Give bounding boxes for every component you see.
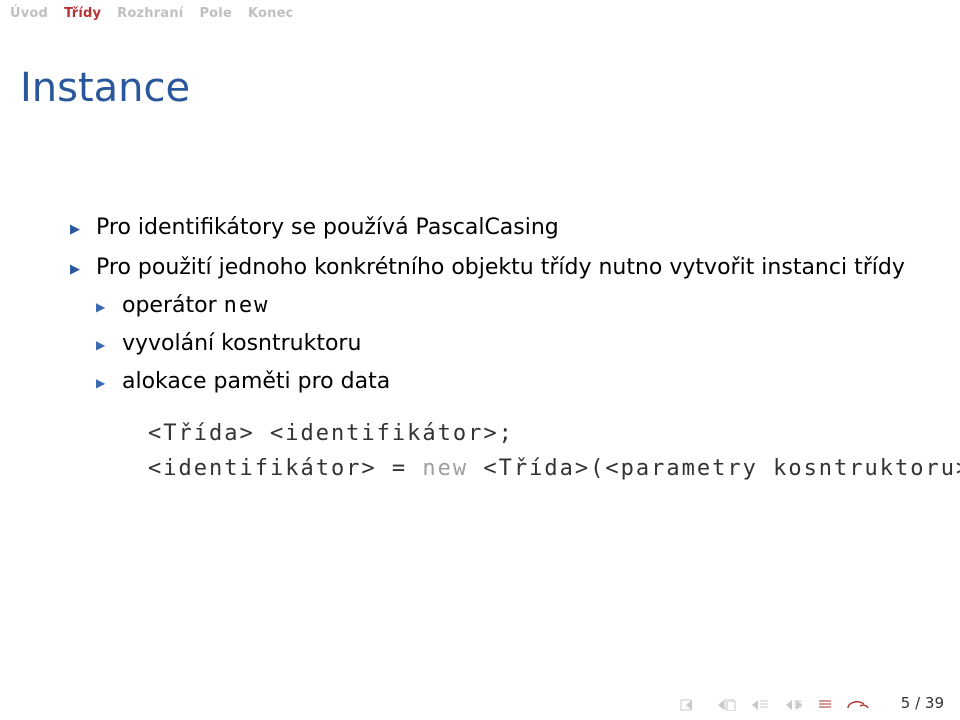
nav-sections: Úvod Třídy Rozhraní Pole Konec: [0, 0, 960, 25]
bullet: Pro identifikátory se používá PascalCasi…: [70, 211, 920, 245]
sub-bullet: vyvolání kosntruktoru: [96, 327, 920, 361]
code-line: <Třída> <identifikátor>;: [148, 421, 514, 446]
nav-undo-icon[interactable]: [846, 698, 872, 712]
slide-title: Instance: [0, 25, 960, 121]
nav-item-konec[interactable]: Konec: [248, 6, 294, 21]
nav-prev-icon[interactable]: [714, 699, 736, 711]
page-number: 5 / 39: [901, 694, 944, 712]
nav-item-pole[interactable]: Pole: [199, 6, 232, 21]
bullet: Pro použití jednoho konkrétního objektu …: [70, 251, 920, 486]
code-block: <Třída> <identifikátor>; <identifikátor>…: [148, 417, 920, 485]
sub-bullet: alokace paměti pro data: [96, 365, 920, 399]
bullet-text: Pro použití jednoho konkrétního objektu …: [96, 255, 905, 280]
code-line: <identifikátor> = new <Třída>(<parametry…: [148, 456, 960, 481]
sub-text: operátor: [122, 293, 224, 318]
nav-item-uvod[interactable]: Úvod: [10, 6, 48, 21]
inline-code: new: [224, 293, 270, 318]
sub-bullet: operátor new: [96, 289, 920, 323]
nav-lines-icon[interactable]: [818, 699, 832, 711]
slide-body: Pro identifikátory se používá PascalCasi…: [0, 121, 960, 486]
beamer-nav-icons: [680, 698, 872, 712]
slide: { "nav": { "items": [ { "label": "Úvod",…: [0, 0, 960, 720]
nav-first-icon[interactable]: [680, 699, 700, 711]
nav-forward-icon[interactable]: [784, 699, 804, 711]
nav-back-icon[interactable]: [750, 699, 770, 711]
nav-item-rozhrani[interactable]: Rozhraní: [117, 6, 183, 21]
nav-item-tridy[interactable]: Třídy: [64, 6, 101, 21]
